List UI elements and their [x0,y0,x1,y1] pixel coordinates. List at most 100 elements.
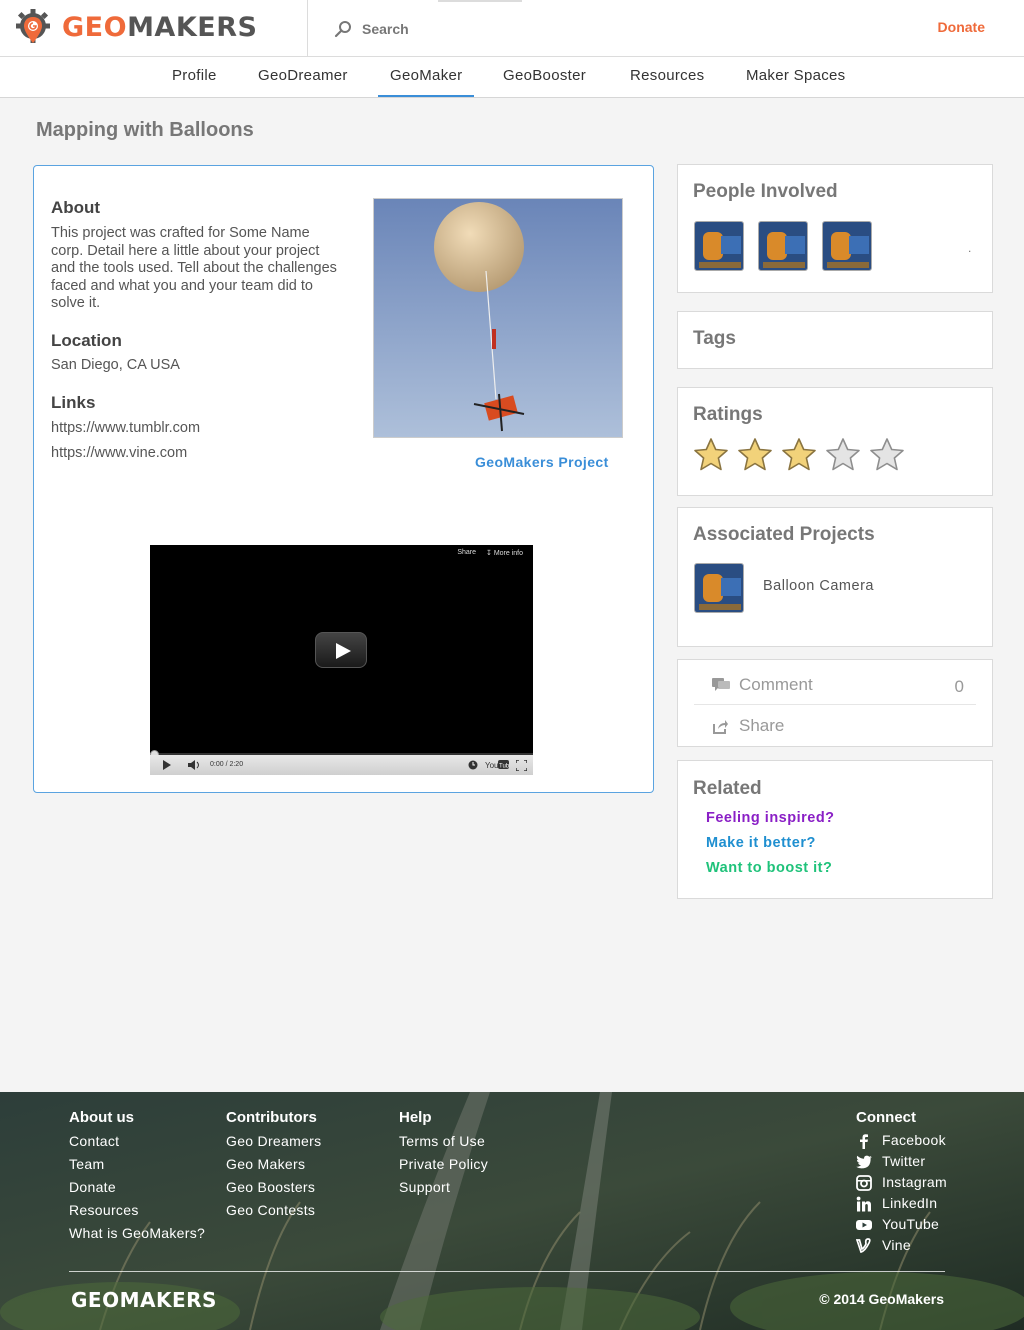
search-icon [334,21,351,38]
vine-icon [856,1237,871,1253]
logo[interactable]: GEOMAKERS [0,0,308,56]
avatar[interactable] [758,221,808,271]
associated-project-thumbnail[interactable] [694,563,744,613]
footer-link-donate[interactable]: Donate [69,1176,205,1199]
volume-icon[interactable] [188,760,202,770]
play-icon[interactable] [162,760,172,770]
social-linkedin[interactable]: LinkedIn [856,1193,947,1214]
share-label: Share [739,716,785,735]
nav-profile[interactable]: Profile [160,57,229,97]
footer-link-geo-boosters[interactable]: Geo Boosters [226,1176,321,1199]
nav-geomaker[interactable]: GeoMaker [378,57,475,97]
footer-logo[interactable]: GEOMAKERS [71,1288,217,1312]
related-heading: Related [693,778,762,799]
social-label: YouTube [882,1216,940,1232]
footer-copyright: © 2014 GeoMakers [819,1291,944,1307]
nav-geodreamer[interactable]: GeoDreamer [246,57,360,97]
footer-link-resources[interactable]: Resources [69,1199,205,1222]
associated-heading: Associated Projects [693,524,875,545]
star-filled-icon[interactable] [737,437,773,473]
footer-link-geo-contests[interactable]: Geo Contests [226,1199,321,1222]
link-tumblr[interactable]: https://www.tumblr.com [51,420,200,438]
search-input[interactable]: Search [362,21,409,37]
about-line: solve it. [51,295,101,311]
people-heading: People Involved [693,181,838,202]
social-facebook[interactable]: Facebook [856,1130,947,1151]
instagram-icon [856,1174,872,1191]
footer-col-help: Help Terms of Use Private Policy Support [399,1109,488,1199]
about-line: corp. Detail here a little about your pr… [51,242,320,259]
people-more-indicator: . [968,241,972,255]
share-icon [713,720,728,734]
youtube-icon [856,1219,872,1230]
links-heading: Links [51,393,96,412]
link-vine[interactable]: https://www.vine.com [51,445,187,463]
social-label: Instagram [882,1174,947,1190]
related-link-boost[interactable]: Want to boost it? [706,860,832,876]
page-title: Mapping with Balloons [36,119,254,141]
avatar[interactable] [822,221,872,271]
watch-later-icon[interactable] [468,760,478,770]
video-share-button[interactable]: Share [457,549,476,557]
footer-col-about: About us Contact Team Donate Resources W… [69,1109,205,1245]
star-empty-icon[interactable] [825,437,861,473]
main-nav: Profile GeoDreamer GeoMaker GeoBooster R… [0,57,1024,98]
footer-link-support[interactable]: Support [399,1176,488,1199]
footer-link-what-is[interactable]: What is GeoMakers? [69,1222,205,1245]
related-link-better[interactable]: Make it better? [706,835,816,851]
top-header: GEOMAKERS Search Donate [0,0,1024,57]
comment-share-card: Comment 0 Share [677,659,993,747]
comment-row[interactable]: Comment 0 [694,660,976,705]
footer-link-geo-makers[interactable]: Geo Makers [226,1153,321,1176]
project-thumbnail-image [695,564,743,612]
footer-heading: About us [69,1109,134,1126]
star-empty-icon[interactable] [869,437,905,473]
donate-button[interactable]: Donate [938,19,985,35]
social-label: Vine [882,1237,911,1253]
footer-link-contact[interactable]: Contact [69,1130,205,1153]
video-more-info-button[interactable]: ↧ More info [486,549,523,557]
youtube-logo-icon[interactable]: YouTube [485,759,509,770]
nav-maker-spaces[interactable]: Maker Spaces [734,57,857,97]
photo-caption-link[interactable]: GeoMakers Project [475,454,609,470]
play-button[interactable] [315,632,367,668]
about-line: and the tools used. Tell about the chall… [51,260,337,276]
nav-resources[interactable]: Resources [618,57,716,97]
comment-icon [712,678,730,691]
video-player[interactable]: Share ↧ More info 0:00 / 2:20 YouTube [150,545,533,775]
star-filled-icon[interactable] [693,437,729,473]
location-heading: Location [51,331,122,350]
project-photo[interactable] [373,198,623,438]
social-instagram[interactable]: Instagram [856,1172,947,1193]
about-line: This project was crafted for Some Name [51,225,310,241]
footer-link-privacy[interactable]: Private Policy [399,1153,488,1176]
associated-project-name[interactable]: Balloon Camera [763,578,874,594]
avatar[interactable] [694,221,744,271]
footer-link-team[interactable]: Team [69,1153,205,1176]
comment-count: 0 [954,677,964,696]
footer-heading: Connect [856,1109,916,1126]
nav-geobooster[interactable]: GeoBooster [491,57,598,97]
social-label: LinkedIn [882,1195,938,1211]
star-filled-icon[interactable] [781,437,817,473]
footer-col-connect: Connect Facebook Twitter Instagram Linke… [856,1109,947,1256]
top-accent-line [438,0,522,2]
fullscreen-icon[interactable] [516,760,527,771]
social-twitter[interactable]: Twitter [856,1151,947,1172]
search-box[interactable]: Search [334,18,409,40]
svg-text:Tube: Tube [499,764,509,770]
social-youtube[interactable]: YouTube [856,1214,947,1235]
balloon-photo [374,199,622,437]
location-value: San Diego, CA USA [51,357,180,373]
related-link-inspired[interactable]: Feeling inspired? [706,810,835,826]
footer-heading: Contributors [226,1109,317,1126]
footer-divider [69,1271,945,1272]
share-row[interactable]: Share [694,705,976,747]
about-heading: About [51,198,101,217]
footer-link-geo-dreamers[interactable]: Geo Dreamers [226,1130,321,1153]
avatar-image [823,222,871,270]
social-vine[interactable]: Vine [856,1235,947,1256]
video-top-controls: Share ↧ More info [457,549,523,557]
about-text: This project was crafted for Some Name c… [51,225,337,313]
footer-link-terms[interactable]: Terms of Use [399,1130,488,1153]
